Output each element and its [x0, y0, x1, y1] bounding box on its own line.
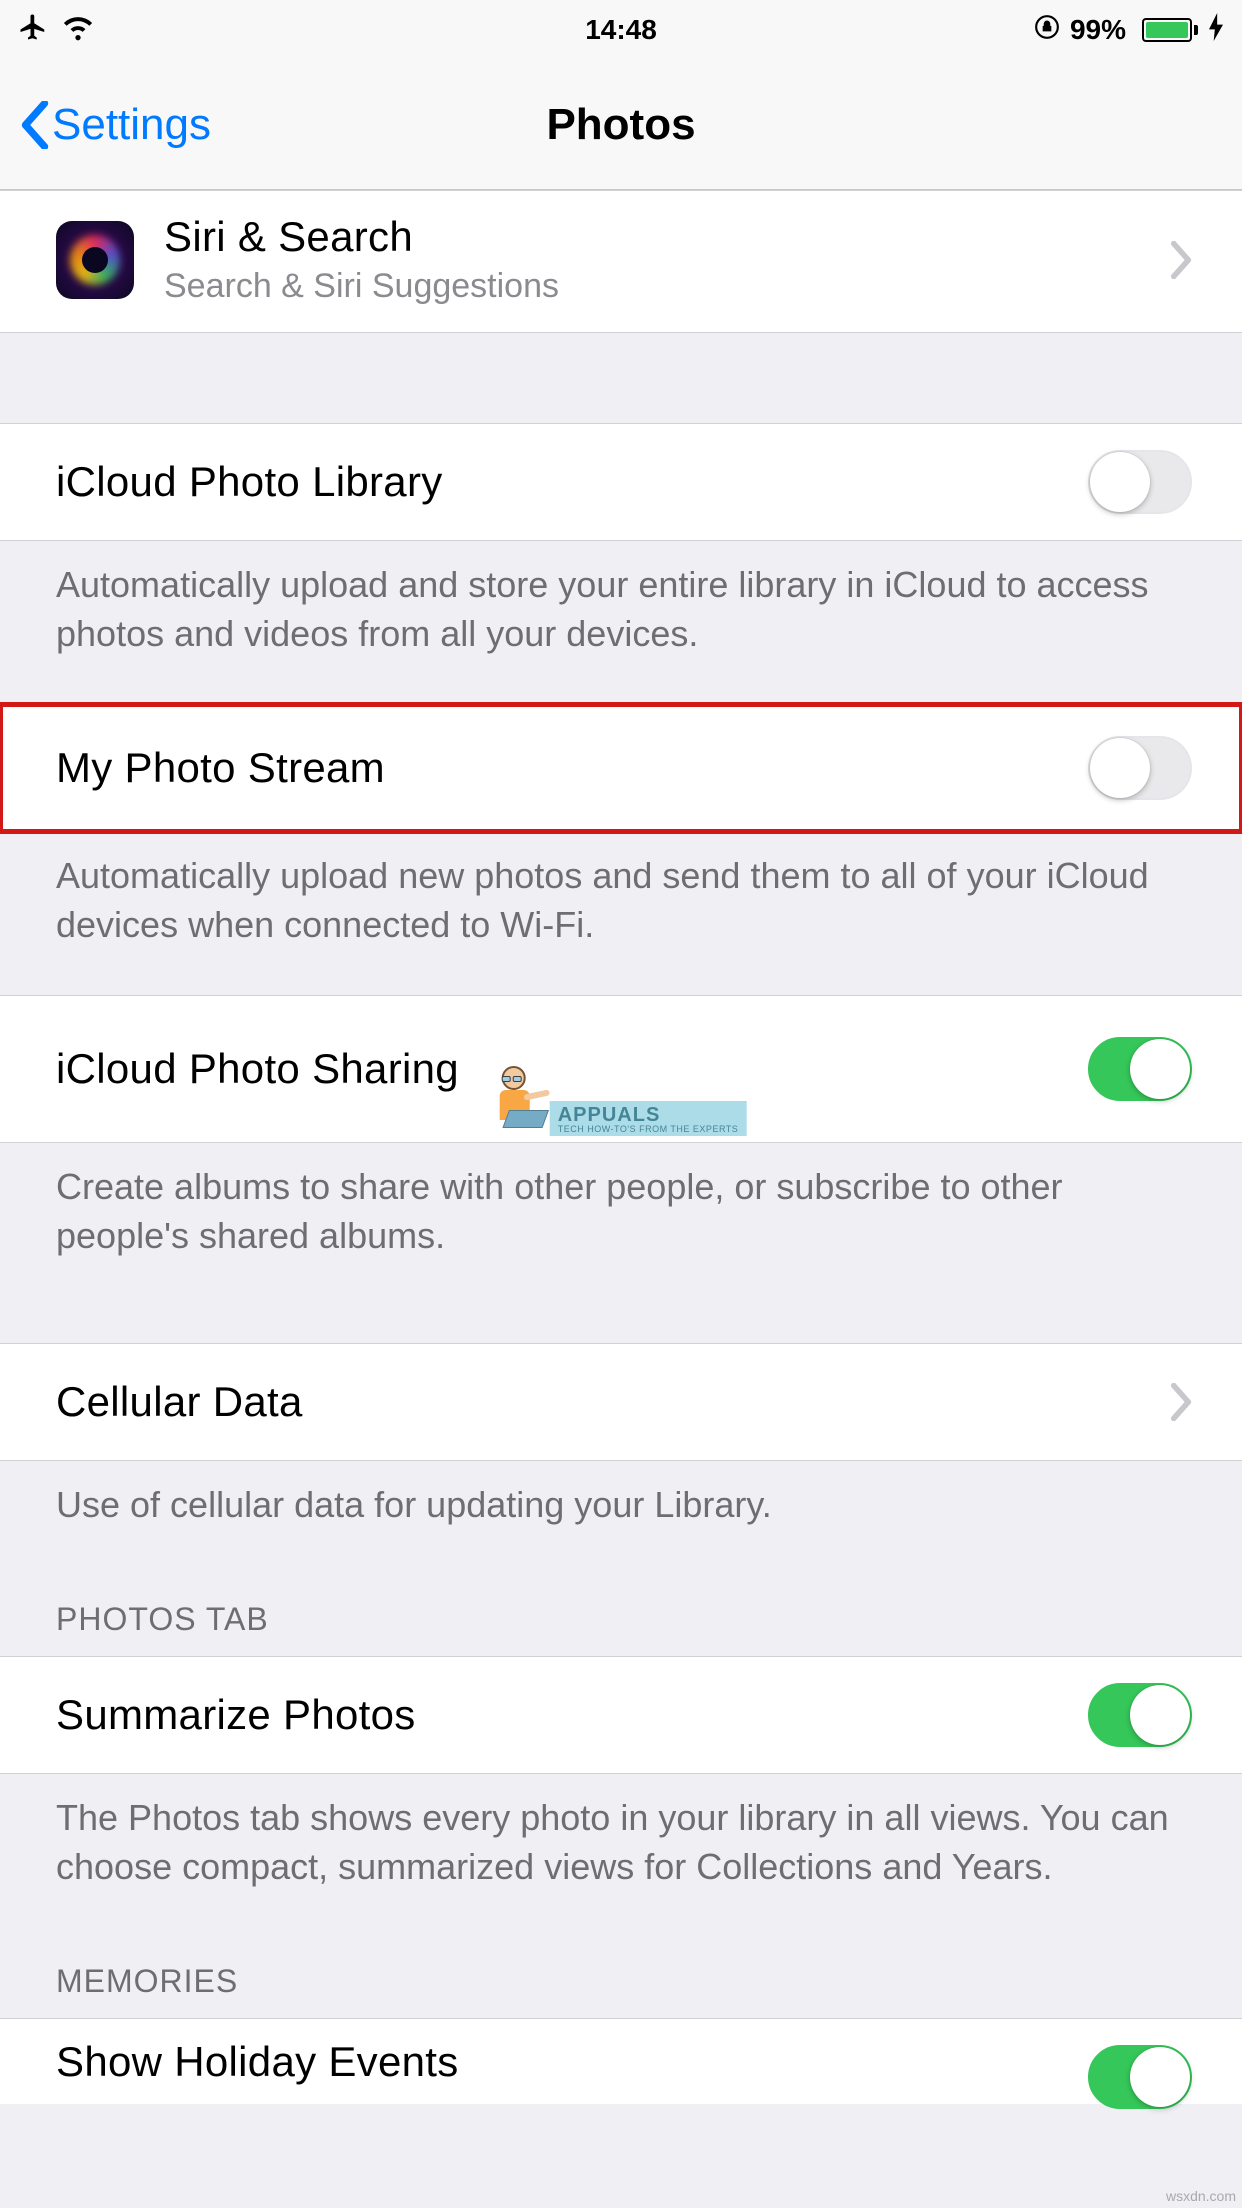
row-siri-search[interactable]: Siri & Search Search & Siri Suggestions: [0, 190, 1242, 333]
battery-percent: 99%: [1070, 14, 1126, 46]
chevron-right-icon: [1170, 1383, 1192, 1421]
photo-stream-label: My Photo Stream: [56, 744, 1088, 792]
chevron-right-icon: [1170, 241, 1192, 279]
back-label: Settings: [52, 100, 211, 150]
siri-icon: [56, 221, 134, 299]
page-title: Photos: [546, 100, 695, 150]
wifi-icon: [62, 11, 94, 50]
siri-subtitle: Search & Siri Suggestions: [164, 267, 1170, 306]
holiday-label: Show Holiday Events: [56, 2038, 1088, 2086]
toggle-summarize-photos[interactable]: [1088, 1683, 1192, 1747]
airplane-icon: [18, 12, 48, 49]
chevron-left-icon: [20, 101, 50, 149]
nav-bar: Settings Photos: [0, 60, 1242, 190]
charging-icon: [1208, 13, 1224, 48]
status-bar: 14:48 99%: [0, 0, 1242, 60]
appuals-watermark: Appuals TECH HOW-TO'S FROM THE EXPERTS: [496, 1066, 747, 1136]
memories-header: MEMORIES: [0, 1911, 1242, 2018]
summarize-footer: The Photos tab shows every photo in your…: [0, 1774, 1242, 1911]
photo-stream-footer: Automatically upload new photos and send…: [0, 832, 1242, 995]
row-summarize-photos[interactable]: Summarize Photos: [0, 1656, 1242, 1774]
icloud-library-footer: Automatically upload and store your enti…: [0, 541, 1242, 704]
siri-title: Siri & Search: [164, 213, 1170, 261]
orientation-lock-icon: [1034, 14, 1060, 47]
summarize-label: Summarize Photos: [56, 1691, 1088, 1739]
row-icloud-photo-library[interactable]: iCloud Photo Library: [0, 423, 1242, 541]
battery-icon: [1136, 18, 1198, 42]
toggle-photo-stream[interactable]: [1088, 736, 1192, 800]
watermark-person-icon: [496, 1066, 542, 1136]
toggle-holiday-events[interactable]: [1088, 2045, 1192, 2109]
row-my-photo-stream[interactable]: My Photo Stream: [0, 704, 1242, 832]
status-time: 14:48: [585, 14, 657, 46]
photos-tab-header: PHOTOS TAB: [0, 1549, 1242, 1656]
row-cellular-data[interactable]: Cellular Data: [0, 1343, 1242, 1461]
toggle-icloud-library[interactable]: [1088, 450, 1192, 514]
photo-sharing-footer: Create albums to share with other people…: [0, 1143, 1242, 1306]
back-button[interactable]: Settings: [20, 100, 211, 150]
watermark-tag: TECH HOW-TO'S FROM THE EXPERTS: [558, 1125, 739, 1134]
icloud-library-label: iCloud Photo Library: [56, 458, 1088, 506]
watermark-brand: Appuals: [558, 1105, 739, 1125]
cellular-footer: Use of cellular data for updating your L…: [0, 1461, 1242, 1550]
source-watermark: wsxdn.com: [1166, 2188, 1236, 2204]
row-show-holiday-events[interactable]: Show Holiday Events: [0, 2018, 1242, 2104]
toggle-photo-sharing[interactable]: [1088, 1037, 1192, 1101]
cellular-label: Cellular Data: [56, 1378, 1170, 1426]
